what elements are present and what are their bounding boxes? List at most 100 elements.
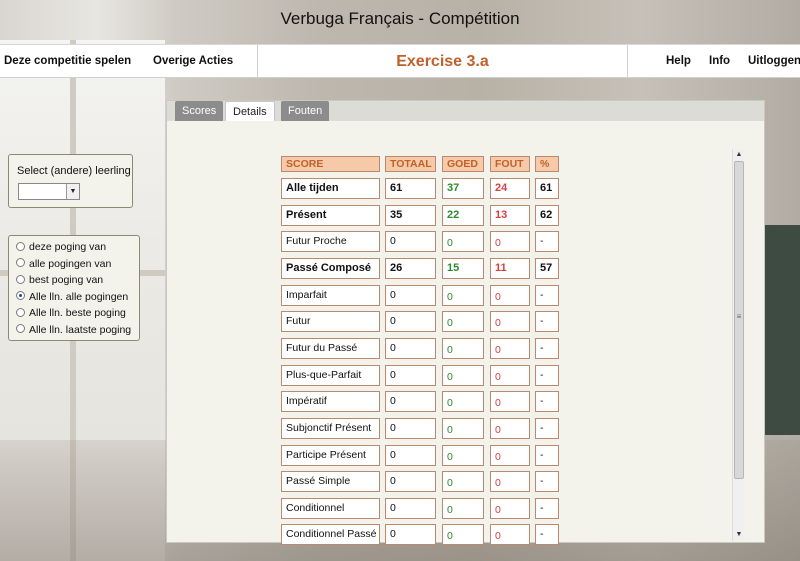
table-cell-fout: 0: [490, 524, 530, 545]
table-cell-fout: 0: [490, 365, 530, 386]
menu-bar: Deze competitie spelen Overige Acties Ex…: [0, 44, 800, 78]
table-cell-pct: -: [535, 471, 559, 492]
grip-icon: ≡: [736, 312, 742, 321]
table-cell-fout: 24: [490, 178, 530, 199]
menu-help[interactable]: Help: [666, 45, 691, 78]
student-select-box: Select (andere) leerling ▼: [8, 154, 133, 208]
student-select-label: Select (andere) leerling: [17, 165, 131, 177]
table-cell-pct: -: [535, 445, 559, 466]
table-cell-fout: 0: [490, 338, 530, 359]
table-cell-score: Futur Proche: [281, 231, 380, 252]
menu-logout[interactable]: Uitloggen: [748, 45, 800, 78]
scroll-down-icon[interactable]: ▼: [733, 529, 745, 541]
table-cell-pct: -: [535, 391, 559, 412]
attempt-filter: deze poging van alle pogingen van best pog…: [8, 235, 140, 341]
column-header-totaal: TOTAAL: [385, 156, 436, 172]
chevron-down-icon[interactable]: ▼: [66, 184, 79, 199]
details-panel: Scores Details Fouten SCORE TOTAAL GOED FOU…: [166, 100, 765, 545]
table-cell-pct: -: [535, 418, 559, 439]
table-cell-totaal: 0: [385, 418, 436, 439]
table-cell-fout: 0: [490, 311, 530, 332]
table-cell-goed: 22: [442, 205, 484, 226]
radio-button-icon[interactable]: [16, 324, 25, 334]
menu-info[interactable]: Info: [709, 45, 730, 78]
radio-button-icon[interactable]: [16, 258, 25, 268]
radio-label: Alle lln. laatste poging: [29, 323, 132, 336]
table-cell-goed: 15: [442, 258, 484, 279]
table-cell-score: Impératif: [281, 391, 380, 412]
table-cell-score: Imparfait: [281, 285, 380, 306]
column-header-goed: GOED: [442, 156, 484, 172]
table-cell-totaal: 0: [385, 231, 436, 252]
table-cell-score: Plus-que-Parfait: [281, 365, 380, 386]
table-cell-fout: 0: [490, 445, 530, 466]
table-cell-totaal: 0: [385, 365, 436, 386]
exercise-title: Exercise 3.a: [396, 53, 489, 70]
table-cell-goed: 37: [442, 178, 484, 199]
table-cell-pct: 61: [535, 178, 559, 199]
table-cell-fout: 0: [490, 391, 530, 412]
table-cell-score: Alle tijden: [281, 178, 380, 199]
menu-other-actions[interactable]: Overige Acties: [153, 45, 233, 78]
radio-label: alle pogingen van: [29, 257, 112, 270]
column-header-pct: %: [535, 156, 559, 172]
table-cell-goed: 0: [442, 391, 484, 412]
table-cell-score: Passé Composé: [281, 258, 380, 279]
student-select[interactable]: ▼: [18, 183, 80, 200]
radio-label: deze poging van: [29, 241, 107, 253]
table-cell-fout: 0: [490, 231, 530, 252]
table-cell-totaal: 35: [385, 205, 436, 226]
table-cell-totaal: 0: [385, 285, 436, 306]
table-cell-totaal: 0: [385, 471, 436, 492]
radio-option[interactable]: Alle lln. laatste poging: [16, 322, 131, 338]
column-header-score: SCORE: [281, 156, 380, 172]
table-cell-score: Passé Simple: [281, 471, 380, 492]
background-board: [764, 225, 800, 435]
scroll-up-icon[interactable]: ▲: [733, 149, 745, 161]
table-cell-totaal: 0: [385, 498, 436, 519]
radio-option[interactable]: Alle lln. alle pogingen: [16, 289, 128, 305]
tab-details[interactable]: Details: [225, 101, 275, 121]
table-cell-goed: 0: [442, 445, 484, 466]
menu-left: Deze competitie spelen Overige Acties: [0, 45, 258, 78]
table-cell-totaal: 0: [385, 524, 436, 545]
table-cell-score: Subjonctif Présent: [281, 418, 380, 439]
table-cell-goed: 0: [442, 311, 484, 332]
table-cell-pct: -: [535, 311, 559, 332]
radio-button-icon[interactable]: [16, 307, 25, 317]
table-cell-fout: 13: [490, 205, 530, 226]
radio-option[interactable]: Alle lln. beste poging: [16, 305, 126, 321]
table-cell-pct: 62: [535, 205, 559, 226]
radio-button-icon[interactable]: [16, 241, 25, 251]
radio-label: Alle lln. beste poging: [29, 307, 126, 319]
scroll-thumb[interactable]: ≡: [734, 161, 744, 479]
radio-button-icon[interactable]: [16, 291, 25, 301]
radio-option[interactable]: deze poging van: [16, 239, 106, 255]
table-cell-totaal: 26: [385, 258, 436, 279]
tab-fouten[interactable]: Fouten: [281, 101, 330, 121]
table-cell-score: Conditionnel Passé: [281, 524, 380, 545]
app-title: Verbuga Français - Compétition: [280, 9, 520, 28]
radio-label: best poging van: [29, 274, 104, 286]
table-cell-totaal: 0: [385, 445, 436, 466]
table-cell-goed: 0: [442, 524, 484, 545]
table-cell-fout: 0: [490, 498, 530, 519]
table-cell-fout: 11: [490, 258, 530, 279]
table-cell-pct: -: [535, 338, 559, 359]
table-cell-fout: 0: [490, 471, 530, 492]
radio-label: Alle lln. alle pogingen: [29, 290, 129, 303]
table-cell-pct: -: [535, 498, 559, 519]
menu-right: Help Info Uitloggen: [627, 45, 800, 78]
table-cell-score: Participe Présent: [281, 445, 380, 466]
table-cell-goed: 0: [442, 365, 484, 386]
table-cell-fout: 0: [490, 418, 530, 439]
radio-option[interactable]: alle pogingen van: [16, 256, 111, 272]
table-cell-pct: 57: [535, 258, 559, 279]
radio-button-icon[interactable]: [16, 274, 25, 284]
table-cell-goed: 0: [442, 471, 484, 492]
menu-play-competition[interactable]: Deze competitie spelen: [4, 45, 131, 78]
scrollbar[interactable]: ▲ ≡ ▼: [732, 149, 744, 541]
tab-scores[interactable]: Scores: [175, 101, 224, 121]
table-cell-score: Futur du Passé: [281, 338, 380, 359]
radio-option[interactable]: best poging van: [16, 272, 103, 288]
